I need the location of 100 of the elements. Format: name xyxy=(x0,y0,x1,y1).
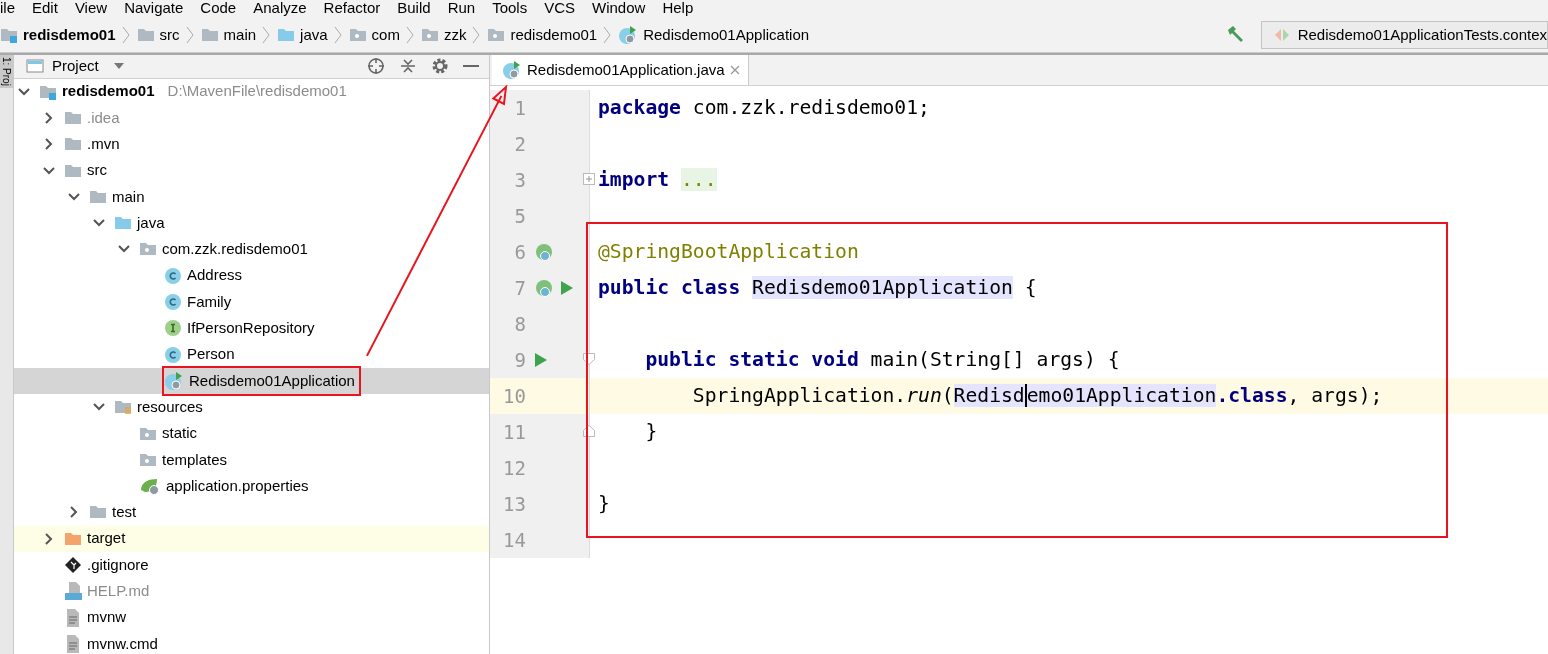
menu-item[interactable]: Window xyxy=(592,0,646,15)
module-folder-icon xyxy=(0,26,18,44)
breadcrumb-item[interactable]: java xyxy=(277,23,333,47)
tree-row[interactable]: test xyxy=(14,499,489,526)
spring-leaf-icon xyxy=(139,476,161,497)
menu-item[interactable]: Code xyxy=(200,0,237,15)
tree-row[interactable]: Address xyxy=(14,262,489,289)
tree-row[interactable]: IfPersonRepository xyxy=(14,315,489,342)
tree-row[interactable]: application.properties xyxy=(14,472,489,500)
line-number: 13 xyxy=(502,491,526,517)
menu-item[interactable]: ile xyxy=(0,0,15,15)
tree-row[interactable]: .idea xyxy=(14,104,489,132)
minimize-icon xyxy=(463,65,479,68)
text-file-icon xyxy=(64,633,82,654)
tree-row[interactable]: static xyxy=(14,420,489,447)
spring-class-icon xyxy=(164,370,184,391)
interface-icon xyxy=(164,319,182,338)
menu-item[interactable]: Run xyxy=(447,0,476,15)
code-line: SpringApplication.run(Redisd emo01Application.class, args); xyxy=(691,383,1383,410)
fold-collapse-icon xyxy=(583,353,595,365)
run-icon xyxy=(534,352,548,368)
breadcrumb-item[interactable]: src xyxy=(136,23,185,47)
menu-item[interactable]: Edit xyxy=(32,0,58,15)
run-icon xyxy=(560,280,574,296)
menu-item[interactable]: Help xyxy=(662,0,694,15)
close-icon xyxy=(729,65,740,75)
code-line: public class Redisdemo01Application { xyxy=(597,275,1037,302)
tree-row[interactable]: templates xyxy=(14,446,489,473)
breadcrumb-item[interactable]: Redisdemo01Application xyxy=(618,23,815,47)
line-number: 10 xyxy=(502,383,526,409)
tree-row[interactable]: redisdemo01 D:\MavenFile\redisdemo01 xyxy=(14,78,489,105)
tree-row[interactable]: main xyxy=(14,183,489,210)
tree-row[interactable]: target xyxy=(14,525,489,552)
folder-icon xyxy=(136,26,155,44)
tree-row[interactable]: resources xyxy=(14,394,489,421)
tool-window-tab[interactable]: 1: Proj xyxy=(0,55,13,88)
package-folder-icon xyxy=(348,26,367,44)
tree-row[interactable]: Family xyxy=(14,288,489,316)
crosshair-icon xyxy=(367,57,385,76)
line-number: 5 xyxy=(513,203,526,229)
chevron-separator-icon xyxy=(602,25,613,45)
chevron-separator-icon xyxy=(120,25,131,45)
bean-icon xyxy=(534,278,554,298)
line-number: 14 xyxy=(502,527,526,553)
resources-folder-icon xyxy=(114,398,132,417)
line-number: 12 xyxy=(502,455,526,481)
menu-item[interactable]: Navigate xyxy=(124,0,184,15)
code-line: public static void main(String[] args) { xyxy=(644,347,1120,374)
tree-row[interactable]: .gitignore xyxy=(14,551,489,579)
menu-item[interactable]: Refactor xyxy=(323,0,381,15)
class-icon xyxy=(164,293,182,311)
chevron-separator-icon xyxy=(261,25,272,45)
bean-icon xyxy=(534,242,554,262)
menu-item[interactable]: Tools xyxy=(492,0,528,15)
chevron-separator-icon xyxy=(332,25,343,45)
spring-class-icon xyxy=(502,60,522,80)
text-file-icon xyxy=(64,607,82,628)
folder-icon xyxy=(200,26,219,44)
tree-row[interactable]: mvnw xyxy=(14,604,489,631)
folder-icon xyxy=(277,26,296,44)
class-icon xyxy=(164,345,182,364)
code-line: import ... xyxy=(597,167,717,194)
breadcrumb-item[interactable]: main xyxy=(200,23,262,47)
line-number: 9 xyxy=(513,347,526,373)
chevron-separator-icon xyxy=(471,25,482,45)
fold-end-icon xyxy=(583,425,595,437)
menu-item[interactable]: VCS xyxy=(544,0,576,15)
code-line: package com.zzk.redisdemo01; xyxy=(597,95,930,122)
package-folder-icon xyxy=(420,26,439,44)
menu-item[interactable]: Analyze xyxy=(253,0,307,15)
code-line: } xyxy=(644,419,658,446)
tree-row[interactable]: .mvn xyxy=(14,131,489,158)
window-icon xyxy=(26,58,44,75)
menu-item[interactable]: Build xyxy=(397,0,431,15)
tree-row[interactable]: src xyxy=(14,157,489,184)
tree-row[interactable]: com.zzk.redisdemo01 xyxy=(14,236,489,263)
package-folder-icon xyxy=(487,26,506,44)
breadcrumb-item[interactable]: zzk xyxy=(420,23,472,47)
breadcrumb-item[interactable]: redisdemo01 xyxy=(487,23,603,47)
diff-arrows-icon xyxy=(1273,27,1290,43)
line-number: 2 xyxy=(513,131,526,157)
line-number: 6 xyxy=(513,239,526,265)
panel-title-dropdown[interactable]: Project xyxy=(52,55,99,78)
code-line: } xyxy=(597,491,610,518)
tree-row[interactable]: mvnw.cmd xyxy=(14,630,489,654)
tree-row[interactable]: Redisdemo01Application xyxy=(14,367,489,395)
editor-tab[interactable]: Redisdemo01Application.java xyxy=(492,55,749,85)
chevron-separator-icon xyxy=(184,25,195,45)
chevron-separator-icon xyxy=(404,25,415,45)
code-line: @SpringBootApplication xyxy=(597,239,859,266)
breadcrumb-item[interactable]: com xyxy=(348,23,405,47)
line-number: 8 xyxy=(513,311,526,337)
tree-row[interactable]: java xyxy=(14,210,489,237)
class-icon xyxy=(164,266,182,285)
breadcrumb-item[interactable]: redisdemo01 xyxy=(0,23,121,47)
markdown-file-icon xyxy=(64,581,82,602)
tree-row[interactable]: Person xyxy=(14,341,489,368)
fold-expand-icon xyxy=(583,173,595,185)
menu-item[interactable]: View xyxy=(74,0,108,15)
run-configuration-dropdown[interactable]: Redisdemo01ApplicationTests.contex xyxy=(1260,21,1548,49)
